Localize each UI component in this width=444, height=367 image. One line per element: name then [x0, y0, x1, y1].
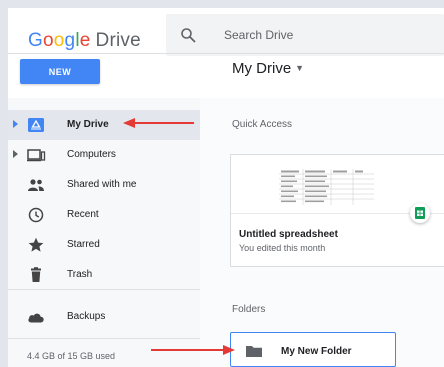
expand-arrow-icon[interactable] — [13, 150, 18, 158]
my-drive-icon — [28, 118, 44, 132]
header-divider — [8, 53, 444, 54]
main-content: Quick Access Untitled spreadsheet You ed… — [200, 98, 444, 367]
sheets-icon — [410, 203, 430, 223]
clock-icon — [28, 207, 44, 223]
sidebar-item-trash[interactable]: Trash — [8, 260, 200, 290]
sidebar-item-label: Backups — [67, 311, 106, 322]
sidebar-divider — [8, 289, 200, 290]
search-input[interactable]: Search Drive — [224, 28, 293, 42]
star-icon — [28, 237, 44, 252]
sidebar-item-backups[interactable]: Backups — [8, 302, 200, 332]
sidebar-item-computers[interactable]: Computers — [8, 140, 200, 170]
annotation-arrow-my-drive — [123, 118, 194, 128]
file-activity: You edited this month — [239, 243, 326, 253]
folder-item[interactable]: My New Folder — [230, 332, 396, 367]
page-title[interactable]: My Drive ▼ — [232, 60, 304, 77]
computers-icon — [27, 149, 46, 162]
quick-access-heading: Quick Access — [232, 119, 293, 130]
sidebar: My Drive Computers Shared with me Recent… — [8, 98, 200, 367]
trash-icon — [31, 267, 41, 282]
annotation-arrow-folder — [151, 345, 235, 355]
sidebar-item-shared-with-me[interactable]: Shared with me — [8, 170, 200, 200]
sidebar-item-starred[interactable]: Starred — [8, 230, 200, 260]
spreadsheet-preview — [279, 169, 374, 205]
file-name: Untitled spreadsheet — [239, 229, 338, 240]
sidebar-item-label: Starred — [67, 239, 100, 250]
sidebar-divider — [8, 338, 200, 339]
sidebar-item-recent[interactable]: Recent — [8, 200, 200, 230]
sidebar-item-label: Trash — [67, 269, 93, 280]
page-title-text: My Drive — [232, 60, 292, 77]
search-bar[interactable]: Search Drive — [166, 14, 444, 56]
sidebar-item-label: Recent — [67, 209, 99, 220]
cloud-icon — [28, 313, 44, 323]
sidebar-item-label: Computers — [67, 149, 116, 160]
new-button[interactable]: NEW — [20, 59, 100, 84]
search-icon[interactable] — [180, 27, 196, 43]
folder-icon — [246, 346, 262, 357]
sidebar-item-label: My Drive — [67, 119, 109, 130]
google-drive-logo[interactable]: Google Drive — [28, 30, 141, 52]
folder-name: My New Folder — [281, 346, 352, 357]
shared-icon — [28, 179, 44, 191]
sidebar-item-label: Shared with me — [67, 179, 137, 190]
drive-window: Google Drive Search Drive NEW My Drive ▼ M… — [0, 0, 444, 367]
storage-usage: 4.4 GB of 15 GB used — [27, 351, 116, 361]
expand-arrow-icon[interactable] — [13, 120, 18, 128]
logo-drive-text: Drive — [95, 30, 141, 51]
folders-heading: Folders — [232, 304, 266, 315]
caret-down-icon[interactable]: ▼ — [295, 63, 304, 73]
